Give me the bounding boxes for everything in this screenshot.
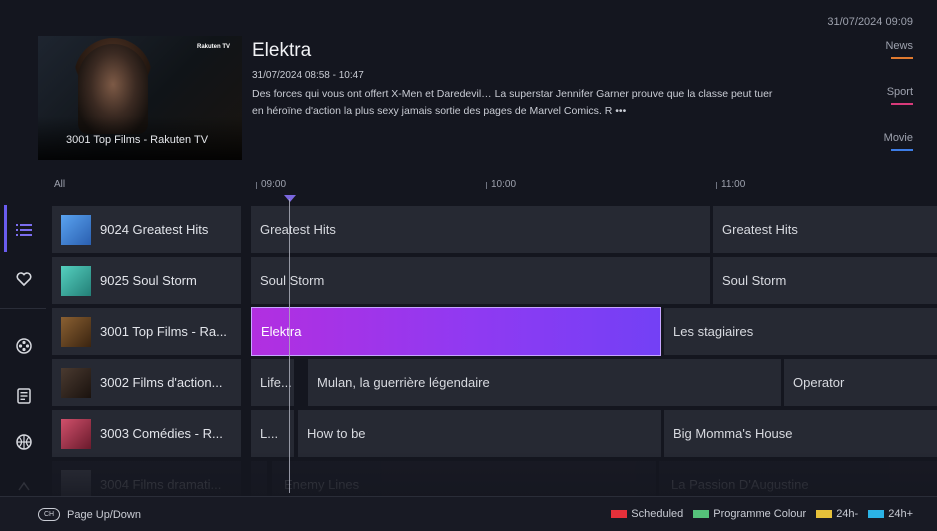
- page-up-down-hint[interactable]: CH Page Up/Down: [38, 508, 141, 521]
- channel-logo: [61, 469, 91, 500]
- film-reel-icon: [16, 338, 32, 354]
- channel-logo: [61, 214, 91, 245]
- legend-label: Programme Colour: [713, 508, 807, 520]
- filter-news-label: News: [885, 40, 913, 52]
- yellow-key-icon: [816, 510, 833, 518]
- channel-cell[interactable]: 9024 Greatest Hits: [52, 206, 241, 253]
- channel-logo: [61, 265, 91, 296]
- preview-caption: 3001 Top Films - Rakuten TV: [66, 134, 209, 146]
- all-channels-label[interactable]: All: [54, 179, 65, 190]
- legend-scheduled[interactable]: Scheduled: [611, 508, 683, 520]
- time-tick: 11:00: [715, 179, 746, 190]
- rakuten-logo: Rakuten TV: [196, 44, 230, 50]
- legend-label: 24h+: [888, 508, 913, 520]
- sports-ball-icon: [16, 434, 32, 450]
- filter-news-bar: [891, 57, 913, 59]
- channel-logo: [61, 316, 91, 347]
- channel-name: 3001 Top Films - Ra...: [100, 324, 227, 339]
- program-description: Des forces qui vous ont offert X-Men et …: [252, 88, 773, 117]
- program-cell[interactable]: Life...: [251, 359, 294, 406]
- red-key-icon: [611, 510, 628, 518]
- channel-row: 3003 Comédies - R... L... How to be Big …: [52, 410, 937, 457]
- filter-sport-label: Sport: [886, 86, 913, 98]
- program-title: Elektra: [252, 40, 312, 61]
- filter-movie[interactable]: Movie: [884, 132, 913, 151]
- program-cell[interactable]: Operator: [784, 359, 937, 406]
- other-icon: [18, 481, 30, 491]
- sidebar-item-favourites[interactable]: [0, 259, 48, 299]
- legend-label: 24h-: [836, 508, 859, 520]
- filter-news[interactable]: News: [884, 40, 913, 59]
- program-time: 31/07/2024 08:58 - 10:47: [252, 70, 364, 81]
- channel-cell[interactable]: 3003 Comédies - R...: [52, 410, 241, 457]
- list-icon: [16, 224, 32, 236]
- blue-key-icon: [868, 510, 885, 518]
- program-cell[interactable]: How to be: [298, 410, 661, 457]
- channel-name: 9025 Soul Storm: [100, 273, 197, 288]
- channel-logo: [61, 367, 91, 398]
- channel-name: 3004 Films dramati...: [100, 477, 222, 492]
- legend-label: Scheduled: [631, 508, 684, 520]
- filter-sport[interactable]: Sport: [884, 86, 913, 105]
- channel-preview[interactable]: Rakuten TV 3001 Top Films - Rakuten TV: [38, 36, 242, 160]
- channel-row: 9025 Soul Storm Soul Storm Soul Storm: [52, 257, 937, 304]
- filter-movie-label: Movie: [883, 132, 913, 144]
- channel-cell[interactable]: 9025 Soul Storm: [52, 257, 241, 304]
- program-cell[interactable]: Big Momma's House: [664, 410, 937, 457]
- time-tick: 10:00: [485, 179, 517, 190]
- channel-logo: [61, 418, 91, 449]
- legend-programme-colour[interactable]: Programme Colour: [693, 508, 806, 520]
- channel-cell[interactable]: 3001 Top Films - Ra...: [52, 308, 241, 355]
- program-cell[interactable]: L...: [251, 410, 294, 457]
- document-icon: [17, 388, 31, 404]
- heart-icon: [16, 272, 32, 286]
- channel-name: 3002 Films d'action...: [100, 375, 223, 390]
- program-cell[interactable]: Greatest Hits: [251, 206, 710, 253]
- time-tick: 09:00: [255, 179, 287, 190]
- channel-name: 9024 Greatest Hits: [100, 222, 209, 237]
- footer: CH Page Up/Down Scheduled Programme Colo…: [0, 496, 937, 531]
- legend: Scheduled Programme Colour 24h- 24h+: [601, 508, 913, 520]
- channel-name: 3003 Comédies - R...: [100, 426, 223, 441]
- filter-sport-bar: [891, 103, 913, 105]
- sidebar-item-list[interactable]: [0, 210, 48, 250]
- filter-movie-bar: [891, 149, 913, 151]
- program-cell[interactable]: Soul Storm: [713, 257, 937, 304]
- program-cell-selected[interactable]: Elektra: [251, 307, 661, 356]
- legend-24h-minus[interactable]: 24h-: [816, 508, 858, 520]
- sidebar-item-sports[interactable]: [0, 422, 48, 462]
- channel-row: 3001 Top Films - Ra... Elektra Les stagi…: [52, 307, 937, 356]
- now-marker-icon: [284, 195, 296, 202]
- sidebar: [0, 204, 48, 494]
- channel-rocker-icon: CH: [38, 508, 60, 521]
- program-cell[interactable]: Les stagiaires: [664, 308, 937, 355]
- sidebar-item-documentaries[interactable]: [0, 376, 48, 416]
- genre-filters: News Sport Movie: [884, 40, 913, 178]
- channel-cell[interactable]: 3002 Films d'action...: [52, 359, 241, 406]
- program-cell[interactable]: Greatest Hits: [713, 206, 937, 253]
- program-cell[interactable]: Soul Storm: [251, 257, 710, 304]
- now-line: [289, 199, 290, 493]
- legend-24h-plus[interactable]: 24h+: [868, 508, 913, 520]
- channel-row: 9024 Greatest Hits Greatest Hits Greates…: [52, 206, 937, 253]
- sidebar-divider: [0, 308, 46, 309]
- channel-row: 3002 Films d'action... Life... Mulan, la…: [52, 359, 937, 406]
- sidebar-item-movies[interactable]: [0, 326, 48, 366]
- program-cell[interactable]: Mulan, la guerrière légendaire: [308, 359, 781, 406]
- green-key-icon: [693, 510, 710, 518]
- clock: 31/07/2024 09:09: [827, 16, 913, 28]
- page-up-down-label: Page Up/Down: [67, 508, 141, 521]
